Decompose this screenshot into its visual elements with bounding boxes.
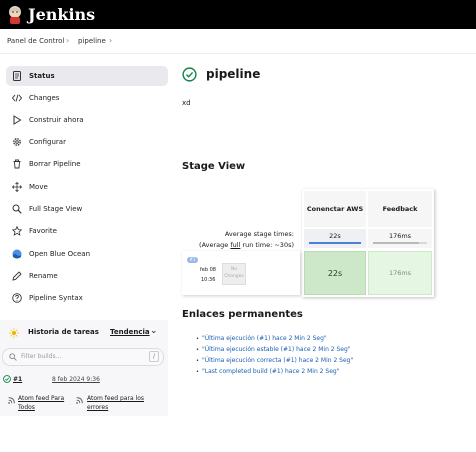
avg-time: 176ms [388,232,412,240]
permalink[interactable]: "Última ejecución correcta (#1) hace 2 M… [202,357,353,364]
rename-icon [12,271,22,281]
stage-header: Feedback [368,191,432,227]
help-icon [12,293,22,303]
stage-view-table: Conenctar AWS Feedback Average stage tim… [182,189,434,297]
bullet: • [196,369,199,375]
breadcrumb-pipeline[interactable]: pipeline [78,37,106,45]
bullet: • [196,358,199,364]
sidebar-item-full-stage-view[interactable]: Full Stage View [6,199,168,219]
breadcrumb-dashboard[interactable]: Panel de Control [7,37,64,45]
top-header: Jenkins [0,0,476,29]
sidebar-item-changes[interactable]: Changes [6,88,168,108]
search-icon [12,204,22,214]
job-description: xd [182,99,191,107]
permalink[interactable]: "Last completed build (#1) hace 2 Min 2 … [202,368,339,375]
stage-view-title: Stage View [182,161,246,172]
star-icon [12,226,22,236]
trash-icon [13,159,21,169]
search-icon [9,353,17,361]
sidebar-item-rename[interactable]: Rename [6,266,168,286]
chevron-right-icon: › [109,36,113,45]
page-title: pipeline [206,67,261,81]
run-date: feb 08 [200,267,216,273]
sidebar-item-pipeline-syntax[interactable]: Pipeline Syntax [6,288,168,308]
run-time: 10:36 [201,277,216,283]
run-row-info[interactable]: #1 feb 08 10:36 No Changes [182,251,300,295]
sidebar-item-status[interactable]: Status [6,66,168,86]
play-icon [13,115,22,125]
stage-cell-success[interactable]: 22s [304,251,366,295]
bullet: • [196,347,199,353]
chevron-right-icon: › [66,36,70,45]
build-number-link[interactable]: #1 [13,376,22,383]
check-success-icon [3,375,11,383]
no-changes-box: No Changes [222,263,246,285]
build-date[interactable]: 8 feb 2024 9:36 [52,376,100,383]
rss-icon [8,397,15,404]
check-success-icon [182,67,197,82]
rss-icon [76,397,83,404]
sidebar-item-label: Full Stage View [29,205,83,213]
permalink[interactable]: "Última ejecución (#1) hace 2 Min 2 Seg" [202,335,327,342]
sidebar-item-move[interactable]: Move [6,177,168,197]
build-history-panel: Historia de tareas Tendencia ⌄ Filter bu… [0,320,168,416]
sidebar-item-label: Open Blue Ocean [29,250,91,258]
chevron-down-icon[interactable]: ⌄ [150,326,158,336]
sidebar-item-blue-ocean[interactable]: Open Blue Ocean [6,244,168,264]
atom-feed-errors-link[interactable]: Atom feed para los errores [87,394,153,412]
permalink[interactable]: "Última ejecución estable (#1) hace 2 Mi… [202,346,351,353]
full-run-link[interactable]: full [230,241,240,249]
avg-time: 22s [329,232,341,240]
sidebar-item-build-now[interactable]: Construir ahora [6,110,168,130]
build-history-title: Historia de tareas [28,328,99,336]
blue-ocean-icon [12,249,22,259]
jenkins-logo-icon[interactable] [7,5,23,24]
sidebar-item-delete[interactable]: Borrar Pipeline [6,154,168,174]
gear-icon [13,138,21,146]
code-icon [12,94,22,102]
move-icon [12,182,22,192]
permalinks-title: Enlaces permanentes [182,309,303,320]
avg-progress-fill [373,242,419,244]
sidebar-item-label: Status [29,72,55,80]
bullet: • [196,336,199,342]
sidebar-item-label: Pipeline Syntax [29,294,83,302]
sidebar-item-configure[interactable]: Configurar [6,132,168,152]
sidebar-item-label: Changes [29,94,60,102]
main-content: pipeline xd Stage View Conenctar AWS Fee… [176,53,476,452]
sidebar-item-label: Rename [29,272,58,280]
avg-progress-fill [309,242,361,244]
shortcut-badge: / [149,351,159,362]
sidebar-item-label: Move [29,183,48,191]
avg-time-cell: 22s [304,229,366,248]
trend-link[interactable]: Tendencia [110,328,150,336]
run-badge[interactable]: #1 [187,257,198,263]
sun-icon [9,328,19,338]
sidebar-item-label: Construir ahora [29,116,84,124]
stage-header: Conenctar AWS [304,191,366,227]
filter-placeholder: Filter builds... [21,353,62,360]
sidebar-item-label: Favorite [29,227,57,235]
avg-run-label: (Average full run time: ~30s) [182,241,294,249]
brand-title[interactable]: Jenkins [28,5,95,24]
sidebar-item-favorite[interactable]: Favorite [6,221,168,241]
avg-run-prefix: (Average [199,241,231,249]
breadcrumb: Panel de Control › pipeline › [0,29,476,54]
stage-cell-success[interactable]: 176ms [368,251,432,295]
sidebar-item-label: Borrar Pipeline [29,160,81,168]
atom-feed-all-link[interactable]: Atom feed Para Todos [18,394,68,412]
avg-run-suffix: run time: ~30s) [240,241,294,249]
avg-progress-track [373,242,427,244]
filter-builds-input[interactable]: Filter builds... / [2,348,164,366]
sidebar-item-label: Configurar [29,138,66,146]
avg-stage-label: Average stage times: [224,230,294,238]
avg-progress-track [309,242,361,244]
status-icon [13,71,21,81]
avg-time-cell: 176ms [368,229,432,248]
